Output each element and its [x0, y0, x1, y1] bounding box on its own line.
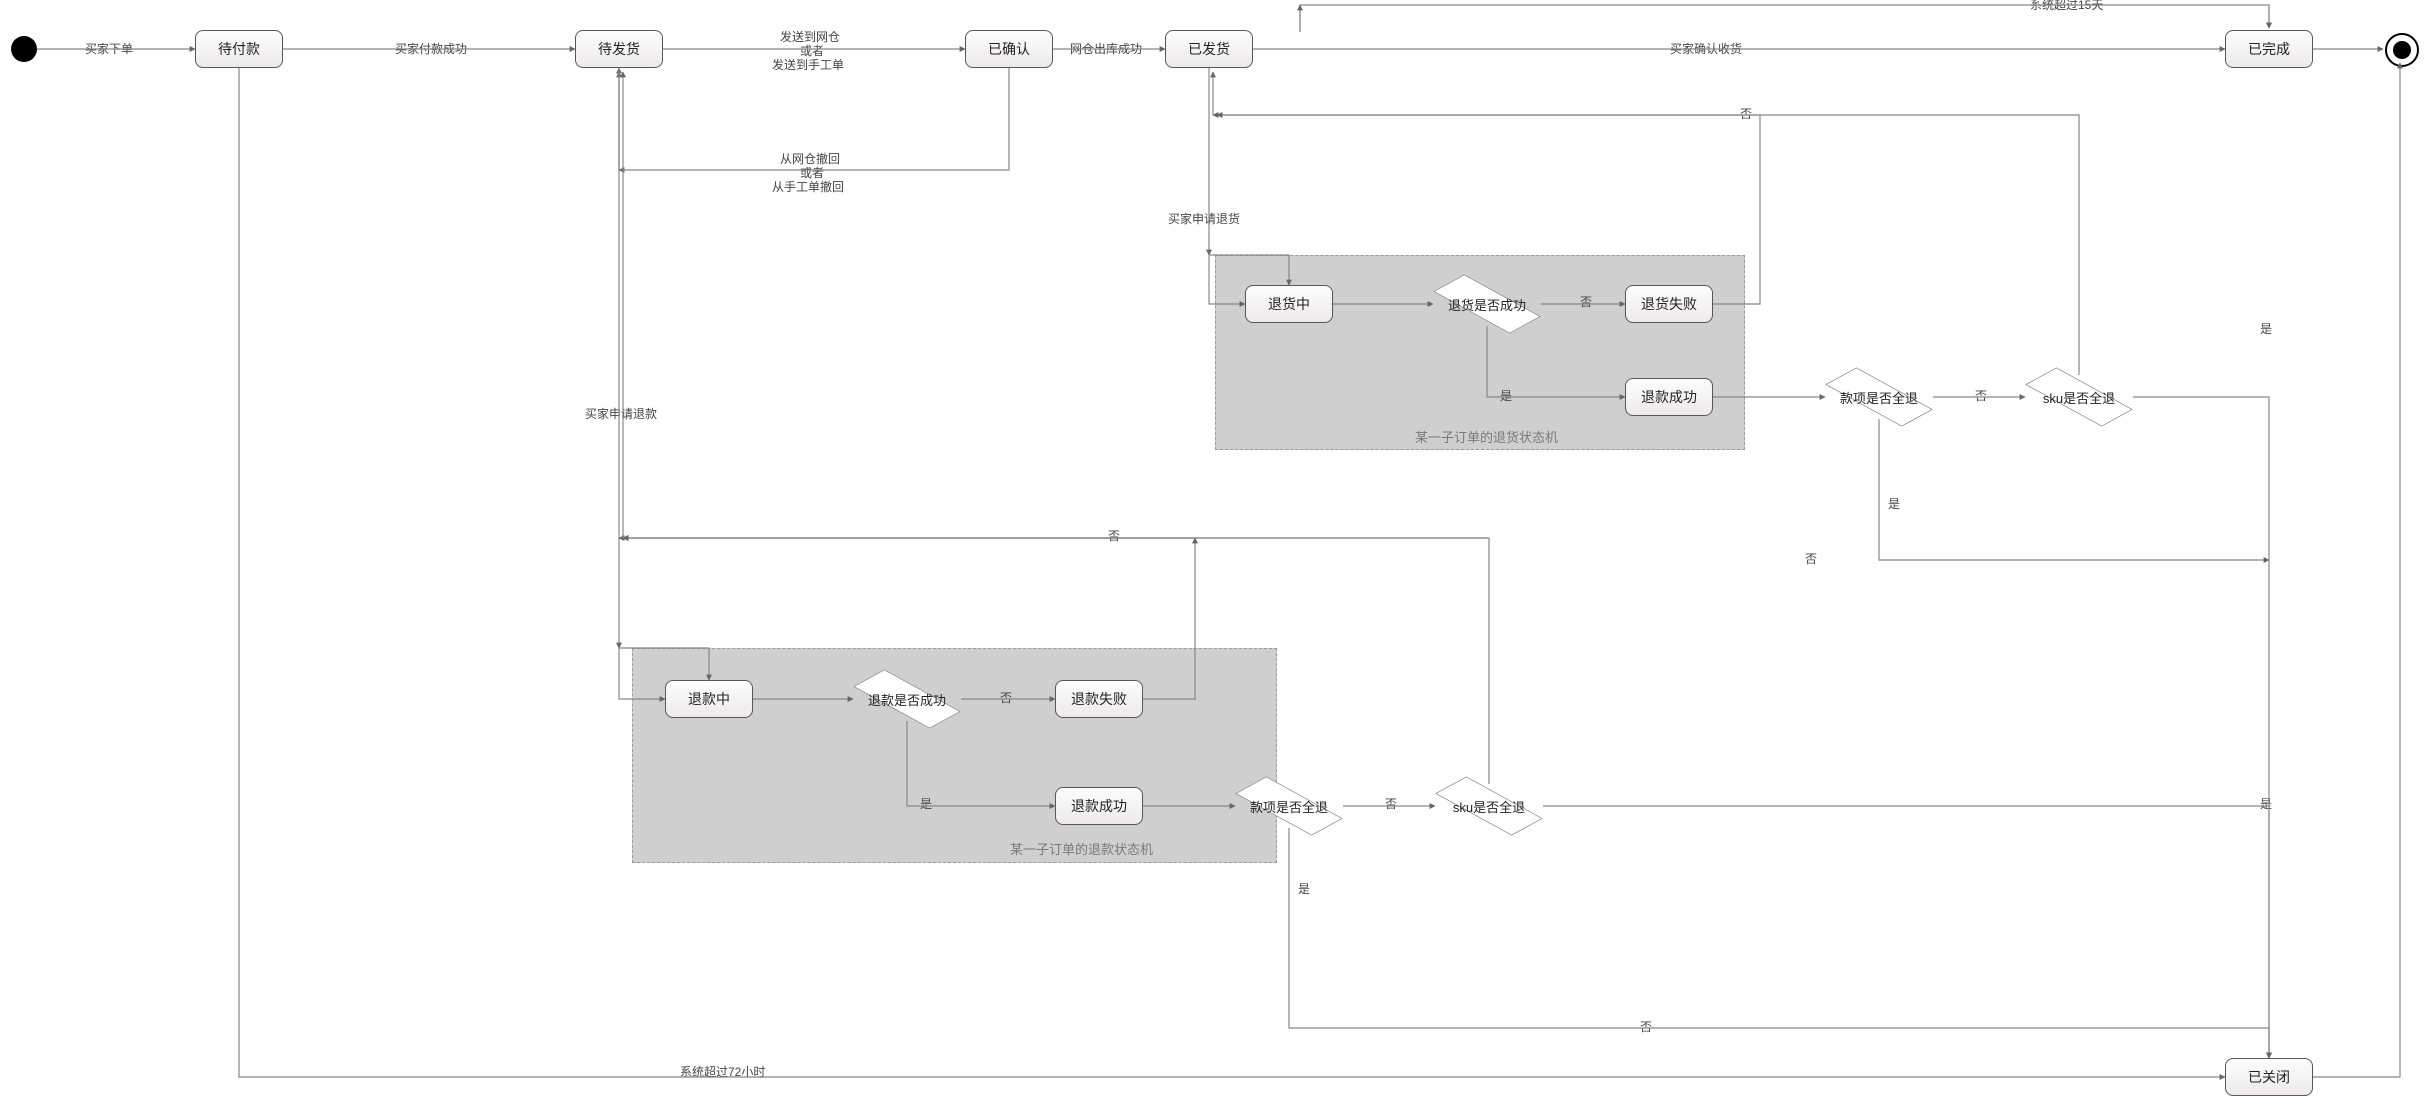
- state-pending-ship: 待发货: [575, 30, 663, 68]
- edge-label-yes: 是: [1298, 880, 1310, 897]
- state-refund-fail: 退款失败: [1055, 680, 1143, 718]
- edge-label-yes: 是: [1500, 387, 1512, 404]
- state-label: 待付款: [218, 39, 260, 59]
- edge-label: 买家确认收货: [1670, 40, 1742, 57]
- edge-label-no: 否: [1108, 527, 1120, 544]
- edge-label-no: 否: [1975, 387, 1987, 404]
- state-refund-ok-2: 退款成功: [1625, 378, 1713, 416]
- state-returning: 退货中: [1245, 285, 1333, 323]
- edge-label-yes: 是: [2260, 320, 2272, 337]
- state-shipped: 已发货: [1165, 30, 1253, 68]
- decision-sku-full-refund-1: sku是否全退: [1435, 784, 1543, 828]
- final-state-dot-icon: [2393, 41, 2411, 59]
- decision-label: 款项是否全退: [1836, 388, 1922, 407]
- state-label: 退货失败: [1641, 294, 1697, 314]
- state-pending-payment: 待付款: [195, 30, 283, 68]
- state-label: 已关闭: [2248, 1067, 2290, 1087]
- state-label: 退款失败: [1071, 689, 1127, 709]
- decision-refund-success: 退款是否成功: [853, 677, 961, 721]
- edge-label: 从手工单撤回: [772, 178, 844, 195]
- edge-label: 买家下单: [85, 40, 133, 57]
- state-label: 已完成: [2248, 39, 2290, 59]
- edge-label-no: 否: [1740, 105, 1752, 122]
- decision-amount-full-refund-1: 款项是否全退: [1235, 784, 1343, 828]
- state-label: 退款成功: [1071, 796, 1127, 816]
- state-return-fail: 退货失败: [1625, 285, 1713, 323]
- edge-label: 买家付款成功: [395, 40, 467, 57]
- edge-label-no: 否: [1580, 293, 1592, 310]
- decision-label: 款项是否全退: [1246, 797, 1332, 816]
- edge-label: 系统超过15天: [2030, 0, 2103, 13]
- state-confirmed: 已确认: [965, 30, 1053, 68]
- decision-sku-full-refund-2: sku是否全退: [2025, 375, 2133, 419]
- edge-label-no: 否: [1805, 550, 1817, 567]
- edges-layer: [0, 0, 2427, 1114]
- decision-label: 退货是否成功: [1444, 295, 1530, 314]
- state-label: 待发货: [598, 39, 640, 59]
- edge-label-yes: 是: [1888, 495, 1900, 512]
- edge-label: 系统超过72小时: [680, 1063, 765, 1080]
- substate-refund-title: 某一子订单的退款状态机: [1010, 839, 1153, 858]
- state-closed: 已关闭: [2225, 1058, 2313, 1096]
- decision-label: sku是否全退: [1449, 797, 1529, 816]
- decision-label: 退款是否成功: [864, 690, 950, 709]
- state-completed: 已完成: [2225, 30, 2313, 68]
- edge-label: 网仓出库成功: [1070, 40, 1142, 57]
- state-refund-ok: 退款成功: [1055, 787, 1143, 825]
- decision-amount-full-refund-2: 款项是否全退: [1825, 375, 1933, 419]
- edge-label: 发送到手工单: [772, 56, 844, 73]
- state-label: 退款成功: [1641, 387, 1697, 407]
- substate-return-title: 某一子订单的退货状态机: [1415, 427, 1558, 446]
- edge-label: 买家申请退款: [585, 405, 657, 422]
- final-state-icon: [2385, 33, 2419, 67]
- state-label: 退款中: [688, 689, 730, 709]
- edge-label-no: 否: [1385, 795, 1397, 812]
- state-diagram: 待付款 待发货 已确认 已发货 已完成 已关闭 某一子订单的退款状态机 退款中 …: [0, 0, 2427, 1114]
- edge-label-yes: 是: [920, 795, 932, 812]
- state-label: 退货中: [1268, 294, 1310, 314]
- edge-label-no: 否: [1640, 1018, 1652, 1035]
- initial-state-icon: [11, 36, 37, 62]
- edge-label: 买家申请退货: [1168, 210, 1240, 227]
- edge-label-no: 否: [1000, 689, 1012, 706]
- edge-label-yes: 是: [2260, 795, 2272, 812]
- state-label: 已确认: [988, 39, 1030, 59]
- decision-label: sku是否全退: [2039, 388, 2119, 407]
- state-refunding: 退款中: [665, 680, 753, 718]
- state-label: 已发货: [1188, 39, 1230, 59]
- decision-return-success: 退货是否成功: [1433, 282, 1541, 326]
